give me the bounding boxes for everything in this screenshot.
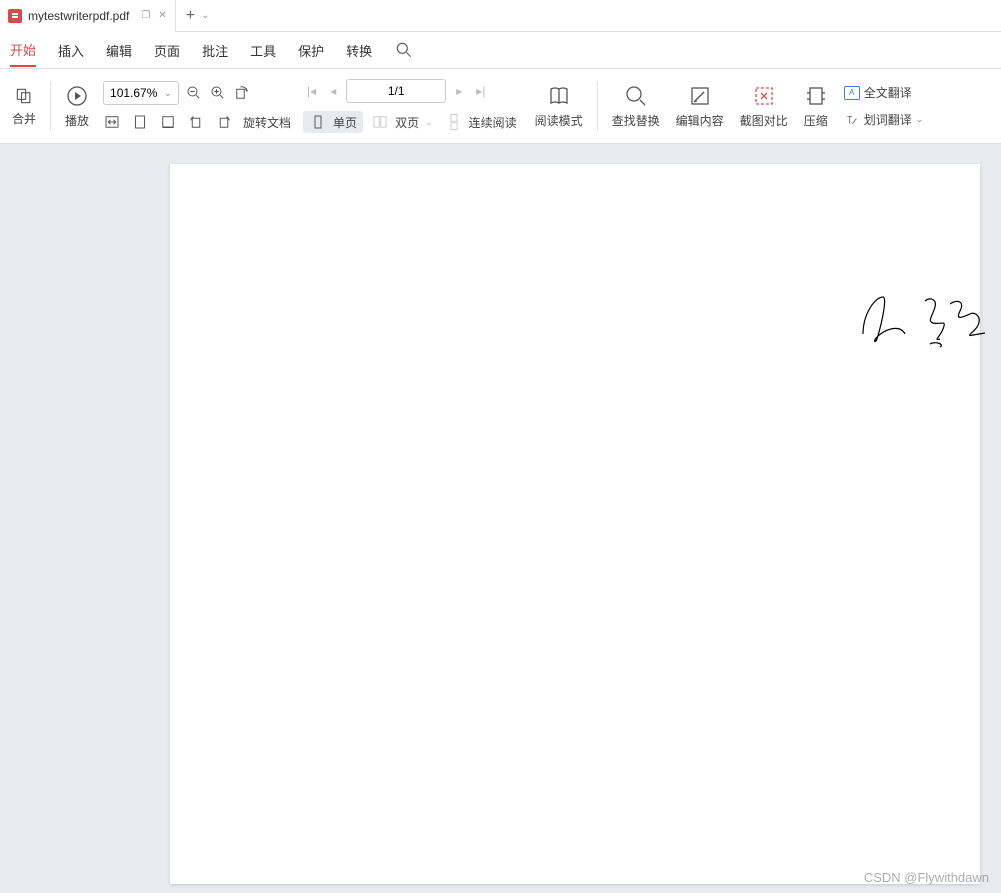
- merge-button[interactable]: 合并: [4, 80, 44, 133]
- zoom-out-icon[interactable]: [185, 84, 203, 102]
- rotate-right-icon[interactable]: [215, 113, 233, 131]
- single-page-icon: [309, 113, 327, 131]
- new-tab-button[interactable]: +: [186, 7, 195, 25]
- magnify-icon: [624, 84, 648, 108]
- toolbar: 合并 播放 ⌄ 旋转文档 |◂ ◂ ▸: [0, 68, 1001, 144]
- tab-title: mytestwriterpdf.pdf: [28, 9, 129, 23]
- translate-full-icon: A: [844, 86, 860, 100]
- screenshot-icon: [752, 84, 776, 108]
- double-page-button[interactable]: 双页 ⌄: [367, 111, 437, 133]
- prev-page-icon[interactable]: ◂: [326, 84, 340, 98]
- play-button[interactable]: 播放: [57, 78, 97, 135]
- continuous-read-button[interactable]: 连续阅读: [441, 111, 521, 133]
- zoom-in-icon[interactable]: [209, 84, 227, 102]
- reading-mode-button[interactable]: 阅读模式: [527, 78, 591, 135]
- screenshot-compare-button[interactable]: 截图对比: [732, 78, 796, 135]
- rotate-view-icon[interactable]: [233, 84, 251, 102]
- find-replace-button[interactable]: 查找替换: [604, 78, 668, 135]
- watermark-text: CSDN @Flywithdawn: [864, 870, 989, 885]
- actual-size-icon[interactable]: [159, 113, 177, 131]
- edit-icon: [688, 84, 712, 108]
- full-translate-button[interactable]: A 全文翻译: [844, 84, 924, 101]
- first-page-icon[interactable]: |◂: [303, 84, 320, 98]
- menu-page[interactable]: 页面: [154, 35, 180, 66]
- pdf-page: [170, 164, 980, 884]
- double-page-icon: [371, 113, 389, 131]
- zoom-level-input[interactable]: ⌄: [103, 81, 179, 105]
- fit-width-icon[interactable]: [103, 113, 121, 131]
- title-bar: mytestwriterpdf.pdf ❐ ✕ + ⌄: [0, 0, 1001, 32]
- zoom-value[interactable]: [110, 86, 160, 100]
- menu-start[interactable]: 开始: [10, 34, 36, 67]
- separator: [50, 81, 51, 131]
- menu-annotate[interactable]: 批注: [202, 35, 228, 66]
- signature-drawing: [855, 289, 985, 359]
- next-page-icon[interactable]: ▸: [452, 84, 466, 98]
- chevron-down-icon: ⌄: [425, 117, 433, 128]
- word-translate-button[interactable]: 划词翻译 ⌄: [844, 111, 924, 128]
- pdf-file-icon: [8, 9, 22, 23]
- compress-icon: [804, 84, 828, 108]
- single-page-button[interactable]: 单页: [303, 111, 363, 133]
- last-page-icon[interactable]: ▸|: [472, 84, 489, 98]
- chevron-down-icon[interactable]: ⌄: [164, 88, 172, 99]
- rotate-doc-label[interactable]: 旋转文档: [243, 114, 291, 131]
- menu-convert[interactable]: 转换: [346, 35, 372, 66]
- fit-page-icon[interactable]: [131, 113, 149, 131]
- edit-content-button[interactable]: 编辑内容: [668, 78, 732, 135]
- compress-button[interactable]: 压缩: [796, 78, 836, 135]
- rotate-left-icon[interactable]: [187, 113, 205, 131]
- tab-close-icon[interactable]: ✕: [158, 10, 166, 21]
- translate-word-icon: [844, 113, 860, 127]
- separator: [597, 81, 598, 131]
- play-icon: [65, 84, 89, 108]
- new-tab-area: + ⌄: [176, 7, 220, 25]
- menu-tools[interactable]: 工具: [250, 35, 276, 66]
- document-tab[interactable]: mytestwriterpdf.pdf ❐ ✕: [0, 0, 176, 32]
- continuous-icon: [445, 113, 463, 131]
- menu-bar: 开始 插入 编辑 页面 批注 工具 保护 转换: [0, 32, 1001, 68]
- tab-popout-icon[interactable]: ❐: [141, 10, 150, 21]
- search-icon[interactable]: [394, 40, 414, 60]
- new-tab-dropdown-icon[interactable]: ⌄: [201, 10, 209, 21]
- merge-icon: [14, 86, 34, 106]
- menu-edit[interactable]: 编辑: [106, 35, 132, 66]
- menu-protect[interactable]: 保护: [298, 35, 324, 66]
- page-number-input[interactable]: [346, 79, 446, 103]
- menu-insert[interactable]: 插入: [58, 35, 84, 66]
- document-viewport[interactable]: [0, 144, 1001, 893]
- book-icon: [547, 84, 571, 108]
- chevron-down-icon: ⌄: [916, 114, 924, 125]
